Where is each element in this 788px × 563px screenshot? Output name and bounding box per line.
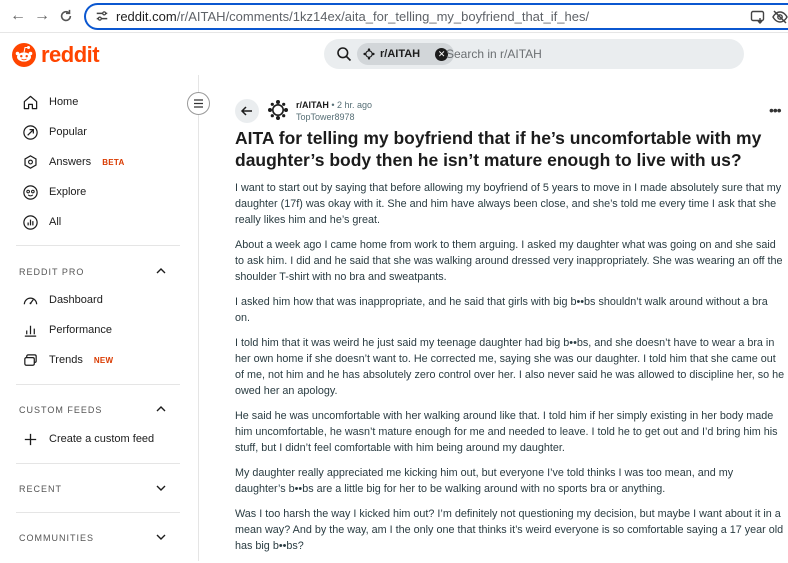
sidebar-item-label: Trends xyxy=(49,354,83,366)
sidebar-item-trends[interactable]: Trends NEW xyxy=(22,350,113,370)
communities-heading[interactable]: COMMUNITIES xyxy=(19,533,169,543)
sidebar-divider xyxy=(16,384,180,385)
trends-icon xyxy=(24,353,37,366)
reddit-wordmark: reddit xyxy=(41,42,100,67)
answers-icon xyxy=(24,154,37,169)
post-paragraph: I told him that it was weird he just sai… xyxy=(235,337,785,397)
sidebar-item-popular[interactable]: Popular xyxy=(22,122,87,142)
sidebar-divider xyxy=(16,463,180,464)
post-paragraph: About a week ago I came home from work t… xyxy=(235,239,783,283)
chevron-down-icon[interactable] xyxy=(155,531,167,543)
post-paragraph: My daughter really appreciated me kickin… xyxy=(235,467,734,495)
post-container: r/AITAH • 2 hr. ago TopTower8978 ••• AIT… xyxy=(199,75,788,561)
reddit-header: reddit r/AITAH ✕ Search in r/AITAH xyxy=(0,33,788,75)
sidebar-item-answers[interactable]: Answers BETA xyxy=(22,152,125,172)
sidebar-item-dashboard[interactable]: Dashboard xyxy=(22,290,103,310)
sidebar-item-label: Performance xyxy=(49,324,112,336)
create-custom-feed-label: Create a custom feed xyxy=(49,433,155,445)
recent-heading[interactable]: RECENT xyxy=(19,484,169,494)
popular-icon xyxy=(23,124,38,140)
reddit-snoo-icon xyxy=(12,43,36,67)
subreddit-avatar[interactable] xyxy=(267,99,289,121)
install-app-icon[interactable] xyxy=(750,9,766,25)
sidebar-divider xyxy=(16,245,180,246)
sidebar-divider xyxy=(16,512,180,513)
back-button[interactable] xyxy=(235,99,259,123)
author-link[interactable]: TopTower8978 xyxy=(296,112,355,122)
post-paragraph: He said he was uncomfortable with her wa… xyxy=(235,410,778,454)
subreddit-link[interactable]: r/AITAH xyxy=(296,100,329,110)
left-sidebar: Home Popular Answers BETA Explore All RE… xyxy=(0,75,210,561)
chevron-down-icon[interactable] xyxy=(155,482,167,494)
more-options-icon[interactable]: ••• xyxy=(769,102,782,118)
new-badge: NEW xyxy=(93,355,114,365)
sidebar-item-label: All xyxy=(49,216,62,228)
reddit-logo[interactable]: reddit xyxy=(12,42,100,68)
url-text: reddit.com/r/AITAH/comments/1kz14ex/aita… xyxy=(116,9,590,24)
sidebar-item-label: Dashboard xyxy=(49,294,103,306)
post-title: AITA for telling my boyfriend that if he… xyxy=(235,128,762,170)
sidebar-item-home[interactable]: Home xyxy=(22,92,78,112)
sidebar-item-label: Home xyxy=(49,96,79,108)
search-scope-chip[interactable]: r/AITAH ✕ xyxy=(357,43,455,65)
post-paragraph: I asked him how that was inappropriate, … xyxy=(235,296,768,324)
browser-toolbar: ← → reddit.com/r/AITAH/comments/1kz14ex/… xyxy=(0,0,788,33)
sidebar-item-label: Popular xyxy=(49,126,87,138)
search-scope-label: r/AITAH xyxy=(380,48,421,60)
search-bar[interactable]: r/AITAH ✕ Search in r/AITAH xyxy=(324,39,744,69)
sidebar-item-all[interactable]: All xyxy=(22,212,61,232)
create-custom-feed-button[interactable]: Create a custom feed xyxy=(22,429,154,449)
forward-arrow-icon[interactable]: → xyxy=(32,6,52,26)
post-body: I want to start out by saying that befor… xyxy=(235,180,785,563)
site-settings-icon[interactable] xyxy=(95,9,109,23)
subreddit-icon xyxy=(363,48,375,60)
explore-icon xyxy=(23,184,38,200)
beta-badge: BETA xyxy=(102,157,125,167)
address-bar[interactable]: reddit.com/r/AITAH/comments/1kz14ex/aita… xyxy=(84,3,788,30)
performance-icon xyxy=(24,325,37,337)
post-time: 2 hr. ago xyxy=(337,100,373,110)
all-icon xyxy=(23,214,38,230)
eye-off-icon[interactable] xyxy=(772,9,788,25)
post-paragraph: I want to start out by saying that befor… xyxy=(235,182,782,226)
search-icon xyxy=(337,47,352,62)
sidebar-item-explore[interactable]: Explore xyxy=(22,182,86,202)
arrow-left-icon xyxy=(240,106,252,116)
dashboard-icon xyxy=(23,297,38,304)
custom-feeds-heading[interactable]: CUSTOM FEEDS xyxy=(19,405,169,415)
post-meta: r/AITAH • 2 hr. ago xyxy=(296,100,373,110)
chevron-up-icon[interactable] xyxy=(155,403,167,415)
plus-icon xyxy=(24,433,37,445)
back-arrow-icon[interactable]: ← xyxy=(8,6,28,26)
post-paragraph: Was I too harsh the way I kicked him out… xyxy=(235,508,784,552)
sidebar-item-label: Answers xyxy=(49,156,92,168)
reddit-pro-heading[interactable]: REDDIT PRO xyxy=(19,267,169,277)
sidebar-item-performance[interactable]: Performance xyxy=(22,320,112,340)
chevron-up-icon[interactable] xyxy=(155,265,167,277)
reload-icon[interactable] xyxy=(56,6,76,26)
home-icon xyxy=(23,95,38,109)
sidebar-item-label: Explore xyxy=(49,186,87,198)
search-input[interactable]: Search in r/AITAH xyxy=(446,47,542,61)
